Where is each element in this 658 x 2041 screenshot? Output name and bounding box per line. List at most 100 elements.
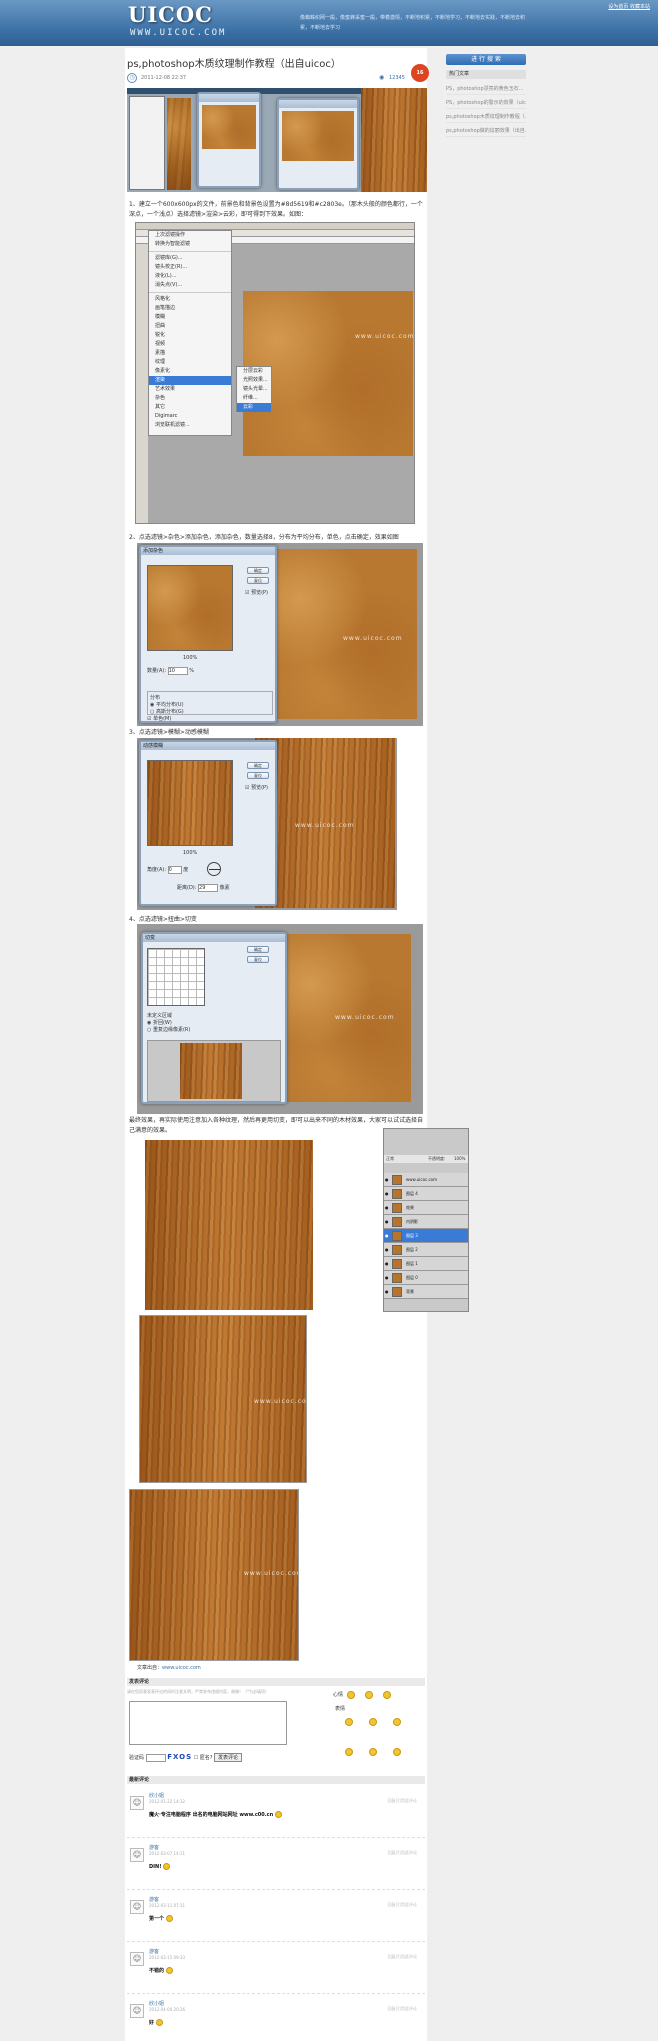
filter-menu-item[interactable]: 其它 [149, 403, 231, 412]
reply-link[interactable]: 回复|引用此评论 [388, 2006, 417, 2012]
layer-row[interactable]: ● 背景 [384, 1285, 468, 1299]
comment-author[interactable]: 游客 [149, 1844, 159, 1851]
filter-menu-item[interactable]: 扭曲 [149, 322, 231, 331]
visibility-eye-icon[interactable]: ● [385, 1187, 389, 1201]
visibility-eye-icon[interactable]: ● [385, 1243, 389, 1257]
filter-menu-item[interactable]: 消失点(V)... [149, 281, 231, 290]
code-input[interactable] [145, 1753, 166, 1762]
submit-comment-button[interactable]: 发表评论 [214, 1753, 243, 1762]
shear-curve-grid[interactable] [147, 948, 205, 1006]
filter-menu-item[interactable]: 艺术效果 [149, 385, 231, 394]
filter-menu-item[interactable]: 滤镜库(G)... [149, 254, 231, 263]
expr-wink-icon[interactable] [369, 1718, 377, 1726]
filter-menu-item[interactable]: 像素化 [149, 367, 231, 376]
expr-grin-icon[interactable] [345, 1718, 353, 1726]
filter-menu-item[interactable]: 素描 [149, 349, 231, 358]
site-logo[interactable]: UICOC [128, 2, 213, 27]
repeat-radio[interactable]: ○ 重复边缘像素(R) [147, 1026, 190, 1033]
source-line: 文章出自：www.uicoc.com [137, 1665, 201, 1671]
filter-menu-item[interactable]: 液化(L)... [149, 272, 231, 281]
blend-mode-select[interactable]: 正常 [386, 1156, 394, 1161]
visibility-eye-icon[interactable]: ● [385, 1285, 389, 1299]
angle-dial[interactable] [207, 862, 221, 876]
filter-menu-item[interactable]: 纹理 [149, 358, 231, 367]
shear-ok-button[interactable]: 确定 [247, 946, 269, 953]
blur-reset-button[interactable]: 复位 [247, 772, 269, 779]
reply-link[interactable]: 回复|引用此评论 [388, 1902, 417, 1908]
noise-ok-button[interactable]: 确定 [247, 567, 269, 574]
comment-author[interactable]: 欣小姐 [149, 1792, 164, 1799]
visibility-eye-icon[interactable]: ● [385, 1215, 389, 1229]
filter-menu-item[interactable]: 视频 [149, 340, 231, 349]
layer-row[interactable]: ● 内阴影 [384, 1215, 468, 1229]
visibility-eye-icon[interactable]: ● [385, 1201, 389, 1215]
filter-menu-item[interactable]: 转换为智能滤镜 [149, 240, 231, 249]
blur-ok-button[interactable]: 确定 [247, 762, 269, 769]
layer-row[interactable]: ● 效果 [384, 1201, 468, 1215]
layer-name: 背景 [406, 1289, 414, 1294]
sidebar-article-link[interactable]: ps,photoshop做的炫丽效果（出自… [446, 126, 526, 137]
filter-menu-item[interactable]: 渲染 [149, 376, 231, 385]
anon-checkbox[interactable]: ☐ 匿名? [194, 1755, 213, 1761]
layer-row[interactable]: ● 图层 2 [384, 1243, 468, 1257]
filter-menu-item[interactable]: 画笔描边 [149, 304, 231, 313]
mood-sad-icon[interactable] [383, 1691, 391, 1699]
comment-author[interactable]: 欣小姐 [149, 2000, 164, 2007]
sidebar-article-link[interactable]: ps,photoshop木质纹理制作教程（… [446, 112, 526, 123]
search-button[interactable]: 进 行 搜 索 [446, 54, 526, 65]
noise-preview-check[interactable]: ☑ 预览(P) [245, 589, 268, 596]
blur-distance-input[interactable]: 29 [198, 884, 219, 892]
render-submenu-item[interactable]: 分层云彩 [237, 367, 271, 376]
source-link[interactable]: www.uicoc.com [162, 1665, 201, 1671]
render-submenu-item[interactable]: 镜头光晕... [237, 385, 271, 394]
filter-menu-item[interactable]: 镜头校正(R)... [149, 263, 231, 272]
visibility-eye-icon[interactable]: ● [385, 1173, 389, 1187]
filter-menu-item[interactable]: 上次滤镜操作 [149, 231, 231, 240]
comment-textarea[interactable] [129, 1701, 287, 1745]
sidebar-article-link[interactable]: PS，photoshop漂亮的黄色玉石… [446, 84, 526, 95]
captcha-image[interactable]: FXOS [167, 1753, 192, 1761]
visibility-eye-icon[interactable]: ● [385, 1229, 389, 1243]
gaussian-radio[interactable]: ○ 高斯分布(G) [150, 708, 270, 715]
comment-count-badge[interactable]: 16 [411, 64, 429, 82]
uniform-radio[interactable]: ◉ 平均分布(U) [150, 701, 270, 708]
shear-reset-button[interactable]: 复位 [247, 956, 269, 963]
filter-menu-item[interactable]: 模糊 [149, 313, 231, 322]
top-links[interactable]: 设为首页 收藏本站 [608, 3, 650, 10]
visibility-eye-icon[interactable]: ● [385, 1271, 389, 1285]
wrap-radio[interactable]: ◉ 折回(W) [147, 1019, 190, 1026]
expr-cry-icon[interactable] [393, 1748, 401, 1756]
noise-amount-input[interactable]: 10 [167, 667, 188, 675]
noise-reset-button[interactable]: 复位 [247, 577, 269, 584]
blur-preview-check[interactable]: ☑ 预览(P) [245, 784, 268, 791]
comment-author[interactable]: 游客 [149, 1948, 159, 1955]
blur-angle-input[interactable]: 0 [167, 866, 182, 874]
layer-row[interactable]: ● 图层 4 [384, 1187, 468, 1201]
render-submenu-item[interactable]: 光照效果... [237, 376, 271, 385]
reply-link[interactable]: 回复|引用此评论 [388, 1798, 417, 1804]
filter-menu-item[interactable]: 浏览联机滤镜... [149, 421, 231, 430]
sidebar-article-link[interactable]: PS，photoshop的警示的效果（uic… [446, 98, 526, 109]
render-submenu-item[interactable]: 纤维... [237, 394, 271, 403]
expr-cool-icon[interactable] [345, 1748, 353, 1756]
mood-smile-icon[interactable] [347, 1691, 355, 1699]
expr-frog-icon[interactable] [369, 1748, 377, 1756]
comment-author[interactable]: 游客 [149, 1896, 159, 1903]
filter-menu-item[interactable]: 风格化 [149, 295, 231, 304]
layer-row[interactable]: ● 图层 0 [384, 1271, 468, 1285]
mono-checkbox[interactable]: ☑ 单色(M) [147, 715, 171, 722]
render-submenu-item[interactable]: 云彩 [237, 403, 271, 412]
add-noise-title: 添加杂色 [141, 547, 275, 555]
expr-laugh-icon[interactable] [393, 1718, 401, 1726]
layer-row[interactable]: ● www.uicoc.com [384, 1173, 468, 1187]
mood-happy-icon[interactable] [365, 1691, 373, 1699]
layer-row[interactable]: ● 图层 1 [384, 1257, 468, 1271]
visibility-eye-icon[interactable]: ● [385, 1257, 389, 1271]
filter-menu-item[interactable]: 锐化 [149, 331, 231, 340]
opacity-value[interactable]: 100% [454, 1155, 465, 1163]
filter-menu-item[interactable]: 杂色 [149, 394, 231, 403]
reply-link[interactable]: 回复|引用此评论 [388, 1850, 417, 1856]
filter-menu-item[interactable]: Digimarc [149, 412, 231, 421]
layer-row[interactable]: ● 图层 3 [384, 1229, 468, 1243]
reply-link[interactable]: 回复|引用此评论 [388, 1954, 417, 1960]
